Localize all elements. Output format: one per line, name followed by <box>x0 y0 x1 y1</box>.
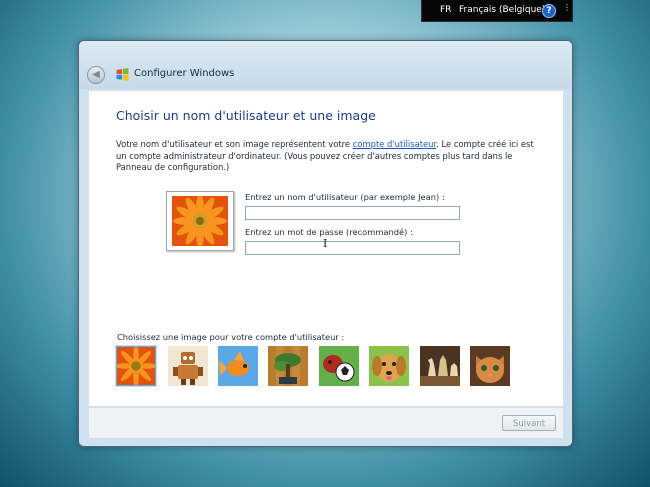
selected-avatar <box>166 191 234 251</box>
language-code: FR <box>440 5 452 15</box>
password-field[interactable] <box>245 241 460 255</box>
windows-logo-icon <box>116 68 129 81</box>
avatar-option-robot[interactable] <box>168 346 208 386</box>
avatar-option-dog-with-ball[interactable] <box>319 346 359 386</box>
avatar-option-goldfish[interactable] <box>218 346 258 386</box>
avatar-option-kitten[interactable] <box>470 346 510 386</box>
selected-avatar-image <box>172 196 228 246</box>
picture-chooser-label: Choisissez une image pour votre compte d… <box>117 332 345 342</box>
help-icon[interactable]: ? <box>542 4 556 18</box>
page-description: Votre nom d'utilisateur et son image rep… <box>116 139 541 174</box>
language-name[interactable]: Français (Belgique) <box>459 5 545 15</box>
avatar-option-chess[interactable] <box>420 346 460 386</box>
back-arrow-icon[interactable]: ◀ <box>87 66 105 84</box>
page-title: Choisir un nom d'utilisateur et une imag… <box>116 108 376 123</box>
flower-image <box>172 196 228 246</box>
avatar-option-puppy[interactable] <box>369 346 409 386</box>
window-footer <box>89 407 563 438</box>
username-field[interactable] <box>245 206 460 220</box>
avatar-option-bonsai[interactable] <box>268 346 308 386</box>
setup-window: ◀ Configurer Windows Choisir un nom d'ut… <box>78 40 573 447</box>
options-menu-icon[interactable]: ⋮ <box>563 4 571 18</box>
text-cursor-icon: I <box>323 237 328 250</box>
description-text-start: Votre nom d'utilisateur et son image rep… <box>116 139 353 149</box>
next-button[interactable]: Suivant <box>502 415 556 431</box>
title-bar <box>79 41 572 89</box>
user-account-link[interactable]: compte d'utilisateur <box>353 139 436 149</box>
password-label: Entrez un mot de passe (recommandé) : <box>245 227 413 237</box>
window-title: Configurer Windows <box>134 68 235 79</box>
username-label: Entrez un nom d'utilisateur (par exemple… <box>245 192 445 202</box>
avatar-option-flower[interactable] <box>116 346 156 386</box>
